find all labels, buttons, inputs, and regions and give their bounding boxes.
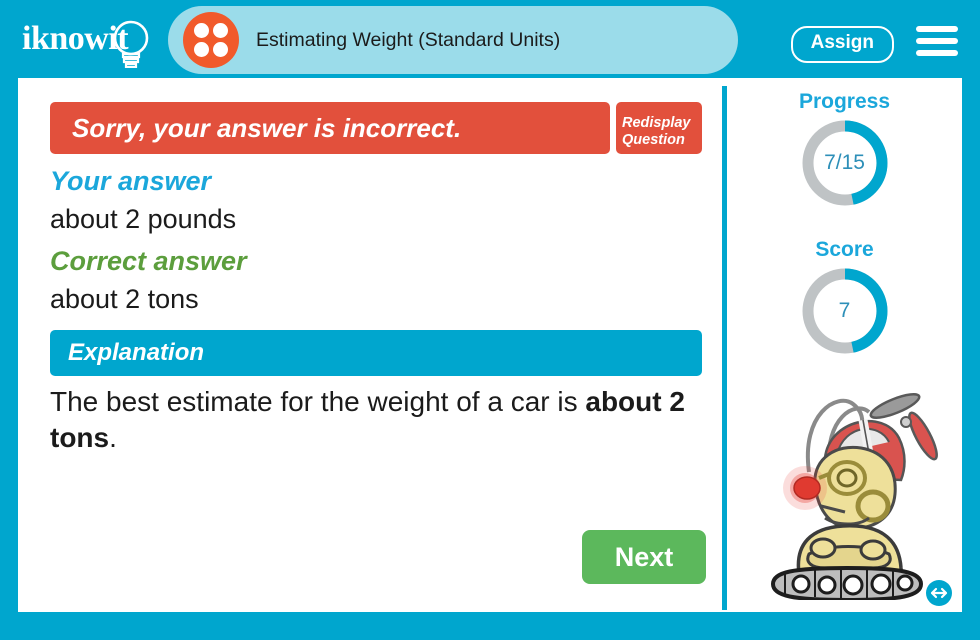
progress-ring: 7/15 xyxy=(802,120,888,206)
incorrect-banner: Sorry, your answer is incorrect. xyxy=(50,102,610,154)
explanation-body: The best estimate for the weight of a ca… xyxy=(50,384,690,456)
bottom-frame xyxy=(0,612,980,640)
your-answer-value: about 2 pounds xyxy=(50,204,237,234)
feedback-panel: Sorry, your answer is incorrect. Redispl… xyxy=(18,78,718,612)
score-label: Score xyxy=(815,238,874,261)
explanation-suffix: . xyxy=(109,422,117,453)
content-canvas: Sorry, your answer is incorrect. Redispl… xyxy=(18,78,962,612)
incorrect-banner-text: Sorry, your answer is incorrect. xyxy=(72,112,462,143)
redisplay-question-button[interactable]: Redisplay Question xyxy=(616,102,702,154)
iknowit-logo[interactable]: iknowit xyxy=(22,14,162,70)
hamburger-bar xyxy=(916,50,958,56)
progress-label: Progress xyxy=(798,90,891,113)
score-value: 7 xyxy=(838,299,851,322)
hamburger-bar xyxy=(916,38,958,44)
correct-answer-label: Correct answer xyxy=(50,246,247,276)
robot-mascot-propeller-hat xyxy=(770,393,938,600)
page-title: Estimating Weight (Standard Units) xyxy=(256,28,561,51)
assign-button[interactable]: Assign xyxy=(790,26,894,63)
progress-value: 7/15 xyxy=(824,151,865,174)
four-dots-circle-icon xyxy=(183,12,239,68)
progress-meter: Progress 7/15 xyxy=(727,90,962,206)
lightbulb-icon xyxy=(113,20,149,68)
explanation-prefix: The best estimate for the weight of a ca… xyxy=(50,386,586,417)
explanation-header-bar: Explanation xyxy=(50,330,702,376)
explanation-label: Explanation xyxy=(68,339,205,366)
hamburger-bar xyxy=(916,26,958,32)
score-ring: 7 xyxy=(802,268,888,354)
hamburger-menu-icon[interactable] xyxy=(916,26,958,56)
resize-horizontal-icon[interactable] xyxy=(924,578,954,608)
app-root: iknowit Estimating Weight (Standard Unit… xyxy=(0,0,980,640)
status-sidebar: Progress 7/15 Score 7 xyxy=(727,78,962,612)
app-header: iknowit Estimating Weight (Standard Unit… xyxy=(0,0,980,78)
lesson-title-tab: Estimating Weight (Standard Units) xyxy=(168,6,738,74)
correct-answer-value: about 2 tons xyxy=(50,284,199,314)
score-meter: Score 7 xyxy=(727,238,962,354)
result-row: Sorry, your answer is incorrect. Redispl… xyxy=(50,102,702,154)
next-button[interactable]: Next xyxy=(582,530,706,584)
your-answer-label: Your answer xyxy=(50,166,212,196)
